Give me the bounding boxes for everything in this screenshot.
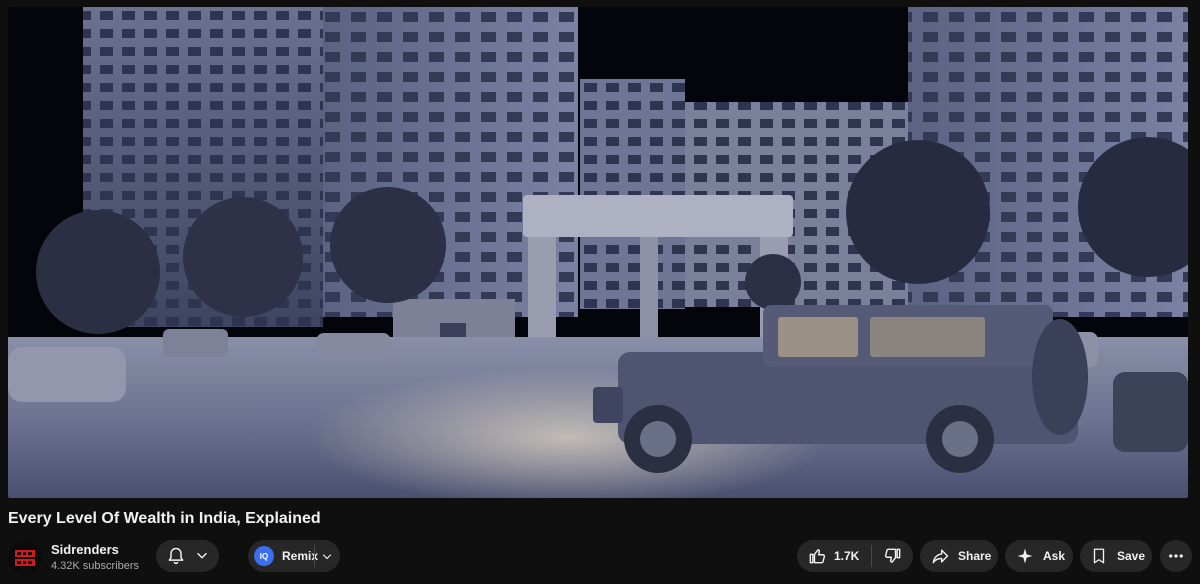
thumbs-down-icon xyxy=(884,548,900,563)
share-button[interactable]: Share xyxy=(920,540,998,572)
channel-action-row: Sidrenders 4.32K subscribers IQ Remix 1.… xyxy=(8,540,1192,576)
remix-badge-icon: IQ xyxy=(254,546,274,566)
remix-button[interactable]: IQ Remix xyxy=(248,540,340,572)
notification-bell-button[interactable] xyxy=(156,540,219,572)
share-label: Share xyxy=(958,549,992,563)
channel-logo xyxy=(8,541,42,575)
like-count: 1.7K xyxy=(834,549,860,563)
ask-button[interactable]: Ask xyxy=(1005,540,1073,572)
ask-label: Ask xyxy=(1043,549,1066,563)
channel-avatar[interactable] xyxy=(8,541,42,575)
video-player[interactable] xyxy=(8,7,1188,498)
save-button[interactable]: Save xyxy=(1080,540,1152,572)
share-arrow-icon xyxy=(932,549,949,564)
thumbs-up-icon xyxy=(809,549,826,564)
like-dislike-group: 1.7K xyxy=(797,540,913,572)
like-button[interactable]: 1.7K xyxy=(797,546,871,566)
channel-name[interactable]: Sidrenders xyxy=(51,542,119,557)
more-horizontal-icon xyxy=(1169,554,1183,558)
save-label: Save xyxy=(1117,549,1146,563)
chevron-down-icon xyxy=(197,552,207,559)
remix-label: Remix xyxy=(282,549,319,563)
subscriber-count: 4.32K subscribers xyxy=(51,560,140,572)
sparkle-icon xyxy=(1017,548,1033,564)
video-title: Every Level Of Wealth in India, Explaine… xyxy=(8,510,321,527)
bookmark-icon xyxy=(1093,548,1105,564)
chevron-down-icon[interactable] xyxy=(321,551,333,563)
watch-page: Every Level Of Wealth in India, Explaine… xyxy=(0,0,1200,584)
video-frame xyxy=(8,7,1188,498)
bell-icon xyxy=(168,547,184,565)
dislike-button[interactable] xyxy=(872,546,913,566)
more-actions-button[interactable] xyxy=(1160,540,1192,572)
divider xyxy=(314,545,315,567)
